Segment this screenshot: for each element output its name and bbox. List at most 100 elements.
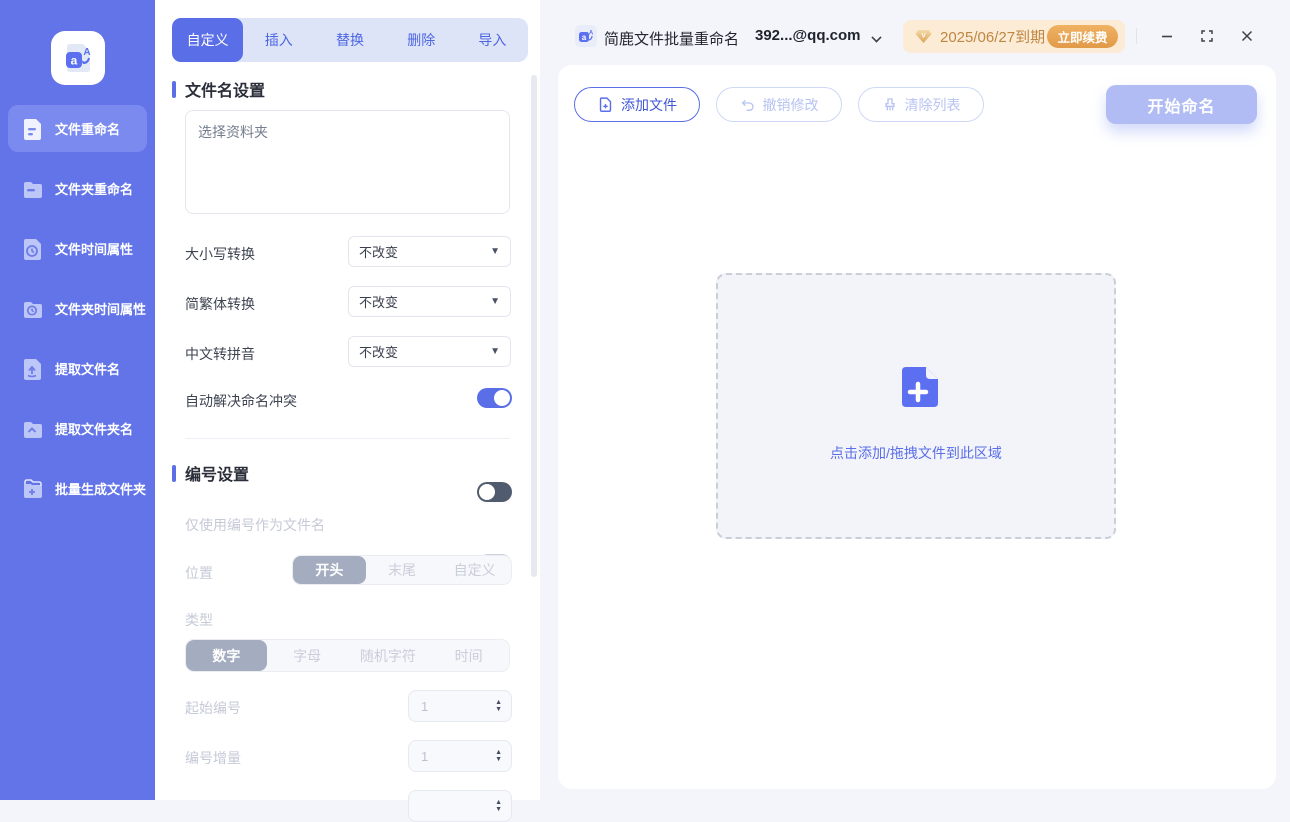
type-option-time[interactable]: 时间 (428, 640, 509, 671)
svg-text:A: A (83, 47, 90, 58)
start-number-input[interactable] (409, 699, 469, 714)
tab-insert[interactable]: 插入 (243, 18, 314, 62)
translate-logo-icon: a A (61, 41, 95, 75)
sidebar-item-label: 文件夹重命名 (55, 179, 133, 198)
maximize-icon (1200, 29, 1214, 43)
increment-input[interactable] (409, 749, 469, 764)
add-files-label: 添加文件 (621, 95, 677, 115)
file-rename-icon (21, 117, 45, 141)
toggle-knob (494, 390, 510, 406)
filename-pattern-input[interactable] (185, 110, 510, 214)
chevron-down-icon: ▼ (490, 346, 500, 357)
sidebar-item-extract-foldername[interactable]: 提取文件夹名 (8, 405, 147, 452)
tab-replace[interactable]: 替换 (314, 18, 385, 62)
start-number-label: 起始编号 (185, 698, 241, 718)
folder-rename-icon (21, 177, 45, 201)
increment-stepper[interactable]: ▲ ▼ (408, 740, 512, 772)
app-logo: a A (51, 31, 105, 85)
account-menu[interactable]: 392...@qq.com (755, 27, 861, 44)
sidebar-item-label: 提取文件名 (55, 359, 120, 378)
minimize-icon (1160, 29, 1174, 43)
start-number-stepper[interactable]: ▲ ▼ (408, 690, 512, 722)
pinyin-convert-select[interactable]: 不改变 ▼ (348, 336, 511, 367)
conflict-toggle[interactable] (477, 388, 512, 408)
tradsimp-convert-label: 简繁体转换 (185, 294, 255, 314)
stepper-arrows: ▲ ▼ (495, 799, 502, 813)
type-option-number[interactable]: 数字 (186, 640, 267, 671)
tradsimp-convert-value: 不改变 (359, 292, 490, 311)
sidebar-item-extract-filename[interactable]: 提取文件名 (8, 345, 147, 392)
minimize-button[interactable] (1153, 24, 1181, 48)
undo-changes-button[interactable]: 撤销修改 (716, 87, 842, 122)
header-divider (1136, 28, 1137, 44)
main-pane: a A 简鹿文件批量重命名 392...@qq.com V 2025/06/27… (540, 0, 1290, 800)
translate-mini-icon: a A (578, 28, 594, 44)
sidebar: a A 文件重命名 文件夹重命名 文件时间属性 (0, 0, 155, 800)
increment-label: 编号增量 (185, 748, 241, 768)
stepper-down-icon[interactable]: ▼ (495, 756, 502, 763)
account-chevron-down-icon[interactable] (871, 32, 881, 42)
sidebar-item-folder-rename[interactable]: 文件夹重命名 (8, 165, 147, 212)
type-option-letter[interactable]: 字母 (267, 640, 348, 671)
sidebar-item-label: 文件重命名 (55, 119, 120, 138)
panel-scrollbar[interactable] (531, 75, 537, 577)
tradsimp-convert-select[interactable]: 不改变 ▼ (348, 286, 511, 317)
sidebar-item-file-rename[interactable]: 文件重命名 (8, 105, 147, 152)
numbering-master-toggle[interactable] (477, 482, 512, 502)
sidebar-item-file-time[interactable]: 文件时间属性 (8, 225, 147, 272)
svg-text:a: a (582, 33, 587, 42)
vip-gem-icon: V (915, 29, 932, 44)
section-title: 文件名设置 (185, 77, 265, 101)
toggle-knob (479, 484, 495, 500)
stepper-down-icon[interactable]: ▼ (495, 806, 502, 813)
tab-import[interactable]: 导入 (457, 18, 528, 62)
folder-time-icon (21, 297, 45, 321)
svg-text:a: a (71, 54, 78, 68)
digits-input[interactable] (409, 799, 469, 814)
settings-panel: 自定义 插入 替换 删除 导入 文件名设置 大小写转换 不改变 ▼ 简繁体转换 … (155, 0, 540, 800)
position-option-end[interactable]: 末尾 (366, 556, 439, 584)
case-convert-select[interactable]: 不改变 ▼ (348, 236, 511, 267)
sidebar-item-label: 批量生成文件夹 (55, 479, 146, 498)
sidebar-item-folder-time[interactable]: 文件夹时间属性 (8, 285, 147, 332)
start-rename-button[interactable]: 开始命名 (1106, 85, 1257, 124)
position-label: 位置 (185, 563, 213, 583)
stepper-arrows: ▲ ▼ (495, 749, 502, 763)
tab-delete[interactable]: 删除 (386, 18, 457, 62)
maximize-button[interactable] (1193, 24, 1221, 48)
section-divider (185, 438, 510, 439)
stepper-down-icon[interactable]: ▼ (495, 706, 502, 713)
stepper-up-icon[interactable]: ▲ (495, 749, 502, 756)
type-label: 类型 (185, 610, 213, 630)
undo-icon (740, 97, 756, 113)
folder-batch-create-icon (21, 477, 45, 501)
close-button[interactable] (1233, 24, 1261, 48)
expiry-date: 2025/06/27到期 (940, 26, 1045, 47)
clear-brush-icon (882, 97, 898, 113)
file-time-icon (21, 237, 45, 261)
sidebar-item-label: 提取文件夹名 (55, 419, 133, 438)
stepper-up-icon[interactable]: ▲ (495, 799, 502, 806)
svg-text:V: V (921, 33, 926, 40)
file-dropzone[interactable]: 点击添加/拖拽文件到此区域 (716, 273, 1116, 539)
filename-section-header: 文件名设置 (172, 80, 265, 98)
add-files-button[interactable]: 添加文件 (574, 87, 700, 122)
svg-text:A: A (589, 31, 594, 37)
clear-list-button[interactable]: 清除列表 (858, 87, 984, 122)
close-icon (1240, 29, 1254, 43)
position-option-custom[interactable]: 自定义 (438, 556, 511, 584)
renew-button[interactable]: 立即续费 (1047, 25, 1118, 48)
position-option-start[interactable]: 开头 (293, 556, 366, 584)
file-add-icon (894, 363, 942, 411)
tab-custom[interactable]: 自定义 (172, 18, 243, 62)
sidebar-item-batch-create-folder[interactable]: 批量生成文件夹 (8, 465, 147, 512)
dropzone-hint-text: 点击添加/拖拽文件到此区域 (718, 443, 1114, 463)
sidebar-item-label: 文件时间属性 (55, 239, 133, 258)
section-accent-bar (172, 81, 176, 98)
type-option-random[interactable]: 随机字符 (348, 640, 429, 671)
chevron-down-icon: ▼ (490, 246, 500, 257)
clear-list-label: 清除列表 (905, 95, 961, 115)
stepper-up-icon[interactable]: ▲ (495, 699, 502, 706)
digits-stepper-clipped[interactable]: ▲ ▼ (408, 790, 512, 822)
pinyin-convert-label: 中文转拼音 (185, 344, 255, 364)
